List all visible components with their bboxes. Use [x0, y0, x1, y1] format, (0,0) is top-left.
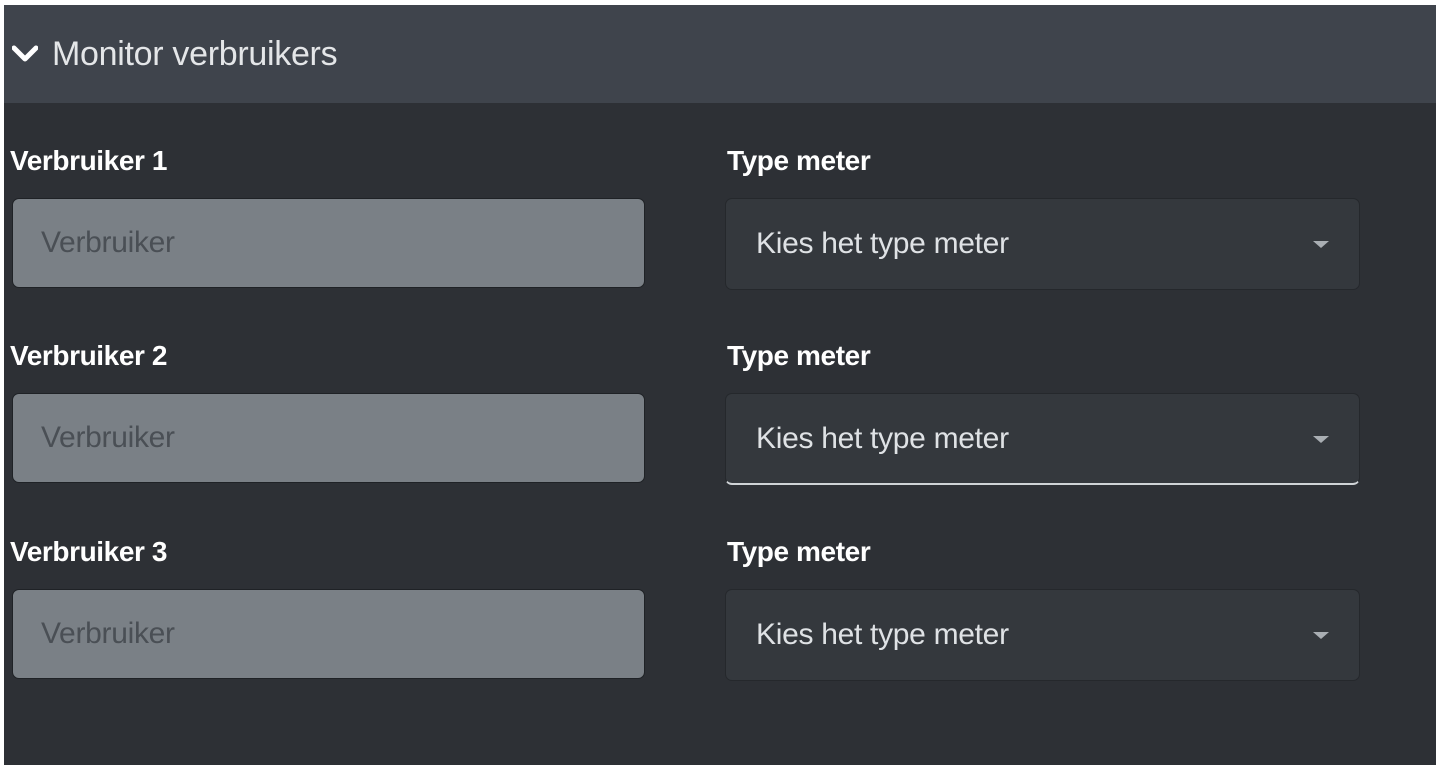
caret-down-icon — [1313, 435, 1329, 443]
consumer-1-label: Verbruiker 1 — [10, 145, 168, 176]
consumer-2-type-select[interactable]: Kies het type meter — [725, 393, 1360, 485]
consumer-3-type-select-value: Kies het type meter — [756, 618, 1009, 651]
consumer-3-type-label: Type meter — [727, 536, 871, 567]
consumer-row-1: Verbruiker 1 Type meter Verbruiker Kies … — [4, 123, 1436, 303]
consumer-3-type-select[interactable]: Kies het type meter — [725, 589, 1360, 681]
panel-header-toggle[interactable]: Monitor verbruikers — [4, 5, 1436, 103]
consumer-1-input[interactable]: Verbruiker — [12, 198, 645, 288]
consumer-2-type-label: Type meter — [727, 340, 871, 371]
consumer-2-type-select-value: Kies het type meter — [756, 421, 1009, 455]
monitor-consumers-panel: Monitor verbruikers Verbruiker 1 Type me… — [4, 5, 1436, 765]
consumer-3-input[interactable]: Verbruiker — [12, 589, 645, 679]
consumer-2-input[interactable]: Verbruiker — [12, 393, 645, 483]
consumer-3-label: Verbruiker 3 — [10, 536, 168, 567]
panel-title: Monitor verbruikers — [52, 34, 338, 73]
caret-down-icon — [1313, 241, 1329, 248]
consumer-row-3: Verbruiker 3 Type meter Verbruiker Kies … — [4, 514, 1436, 694]
consumer-1-type-label: Type meter — [727, 145, 871, 176]
consumer-1-type-select[interactable]: Kies het type meter — [725, 198, 1360, 290]
caret-down-icon — [1313, 632, 1329, 639]
consumer-1-type-select-value: Kies het type meter — [756, 227, 1009, 260]
consumer-2-label: Verbruiker 2 — [10, 340, 168, 371]
chevron-down-icon — [10, 39, 40, 69]
consumer-row-2: Verbruiker 2 Type meter Verbruiker Kies … — [4, 318, 1436, 498]
